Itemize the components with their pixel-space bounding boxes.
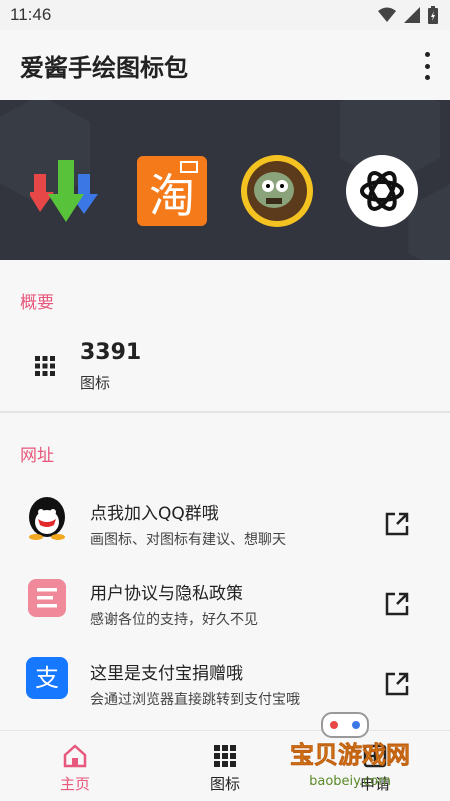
link-subtitle: 画图标、对图标有建议、想聊天: [90, 532, 286, 548]
links-section: 网址 点我加入QQ群哦 画图标、对图标有建议、想聊天 用户协议与隐私政策 感谢各…: [0, 413, 450, 730]
more-vert-icon[interactable]: [422, 52, 432, 80]
nav-home[interactable]: 主页: [0, 731, 150, 801]
gamepad-logo: 宝贝游戏网 baobeiy.com: [290, 712, 410, 789]
battery-icon: [428, 6, 438, 24]
link-row-qq[interactable]: 点我加入QQ群哦 画图标、对图标有建议、想聊天: [0, 495, 450, 555]
home-icon: [63, 744, 87, 768]
svg-text:baobeiy.com: baobeiy.com: [309, 774, 391, 789]
qq-icon: [29, 497, 65, 540]
openai-icon[interactable]: [345, 154, 419, 228]
wifi-icon: [378, 7, 396, 22]
svg-text:淘: 淘: [149, 169, 195, 223]
status-icons: [378, 6, 438, 24]
app-title: 爱酱手绘图标包: [20, 54, 188, 82]
signal-icon: [404, 7, 420, 23]
alipay-icon: 支: [26, 657, 68, 699]
icon-count-label: 图标: [80, 374, 111, 392]
icon-count: 3391: [80, 340, 142, 365]
link-subtitle: 会通过浏览器直接跳转到支付宝哦: [90, 692, 300, 708]
link-row-policy[interactable]: 用户协议与隐私政策 感谢各位的支持，好久不见: [0, 575, 450, 635]
status-time: 11:46: [10, 5, 52, 24]
taobao-icon[interactable]: 淘: [135, 154, 209, 228]
app-bar: 爱酱手绘图标包: [0, 30, 450, 100]
open-external-icon[interactable]: [384, 591, 410, 617]
grid-icon: [214, 745, 236, 767]
download-arrows-icon[interactable]: [30, 154, 104, 228]
link-title: 点我加入QQ群哦: [90, 504, 219, 524]
status-bar: 11:46: [0, 0, 450, 30]
svg-text:支: 支: [35, 664, 59, 692]
section-title-overview: 概要: [20, 293, 54, 313]
overview-section: 概要 3391 图标: [0, 260, 450, 412]
section-title-links: 网址: [20, 446, 54, 466]
link-title: 这里是支付宝捐赠哦: [90, 664, 243, 684]
svg-text:宝贝游戏网: 宝贝游戏网: [290, 741, 410, 769]
banner: 淘: [0, 100, 450, 260]
grid-icon: [35, 356, 55, 376]
open-external-icon[interactable]: [384, 511, 410, 537]
link-title: 用户协议与隐私政策: [90, 584, 243, 604]
link-subtitle: 感谢各位的支持，好久不见: [90, 612, 258, 628]
watermark: 宝贝游戏网 baobeiy.com: [270, 705, 430, 795]
document-icon: [28, 579, 66, 617]
zombie-icon[interactable]: [240, 154, 314, 228]
open-external-icon[interactable]: [384, 671, 410, 697]
nav-label: 主页: [59, 775, 90, 793]
